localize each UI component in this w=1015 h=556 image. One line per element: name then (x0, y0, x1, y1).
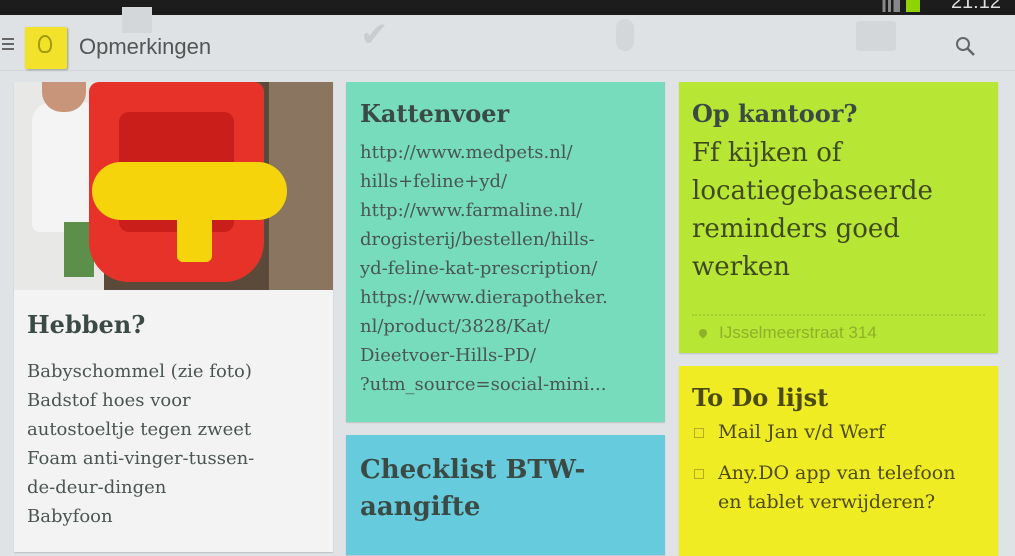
note-title: Checklist BTW-aangifte (360, 455, 586, 522)
location-reminder[interactable]: IJsselmeerstraat 314 (697, 323, 877, 343)
search-icon[interactable] (955, 36, 975, 56)
note-card-op-kantoor[interactable]: Op kantoor? Ff kijken of locatiegebaseer… (679, 82, 998, 353)
note-line: http://www.farmaline.nl/ (360, 200, 583, 221)
note-title: Op kantoor? (692, 99, 858, 128)
note-title: Kattenvoer (360, 99, 510, 128)
note-line: hills+feline+yd/ (360, 171, 508, 192)
checklist-item-text: Any.DO app van telefoon en tablet verwij… (718, 462, 956, 513)
microphone-icon[interactable] (616, 19, 634, 51)
note-image-baby-swing (14, 82, 333, 290)
note-card-checklist-btw[interactable]: Checklist BTW-aangifte (346, 435, 665, 555)
checkbox[interactable] (694, 469, 704, 479)
menu-icon[interactable] (2, 38, 14, 50)
note-line: drogisterij/bestellen/hills- (360, 229, 595, 250)
status-time: 21:12 (950, 0, 1001, 13)
note-line: https://www.dierapotheker. (360, 287, 608, 308)
signal-icon (878, 0, 900, 12)
note-card-hebben[interactable]: Hebben? Babyschommel (zie foto) Badstof … (14, 82, 333, 552)
note-title: To Do lijst (692, 383, 829, 412)
camera-icon[interactable] (856, 21, 896, 51)
note-title: Hebben? (27, 310, 146, 339)
note-line: werken (692, 252, 790, 282)
checklist-item[interactable]: Any.DO app van telefoon en tablet verwij… (692, 459, 982, 517)
new-text-note-icon[interactable] (122, 7, 152, 33)
note-line: reminders goed (692, 214, 900, 244)
note-line: Foam anti-vinger-tussen- (27, 448, 255, 469)
location-text: IJsselmeerstraat 314 (719, 323, 877, 342)
note-card-kattenvoer[interactable]: Kattenvoer http://www.medpets.nl/ hills+… (346, 82, 665, 422)
note-line: locatiegebaseerde (692, 176, 933, 206)
divider (692, 314, 985, 316)
note-line: nl/product/3828/Kat/ (360, 316, 551, 337)
note-line: de-deur-dingen (27, 477, 167, 498)
note-line: Ff kijken of (692, 138, 842, 168)
page-title: Opmerkingen (79, 34, 212, 59)
note-card-todo[interactable]: To Do lijst Mail Jan v/d Werf Any.DO app… (679, 366, 998, 556)
app-bar: Opmerkingen ✔ (0, 7, 1015, 71)
status-bar: 21:12 (0, 0, 1015, 15)
location-pin-icon (697, 327, 709, 339)
checkbox[interactable] (694, 428, 704, 438)
note-line: ?utm_source=social-mini... (360, 374, 607, 395)
new-checklist-icon[interactable]: ✔ (360, 15, 389, 55)
battery-icon (906, 0, 920, 12)
checklist-item-text: Mail Jan v/d Werf (718, 421, 885, 443)
checklist-item[interactable]: Mail Jan v/d Werf (692, 418, 982, 447)
note-line: http://www.medpets.nl/ (360, 142, 573, 163)
keep-lightbulb-icon[interactable] (25, 27, 67, 69)
note-line: Babyfoon (27, 506, 113, 527)
note-line: Badstof hoes voor (27, 390, 191, 411)
note-line: Dieetvoer-Hills-PD/ (360, 345, 536, 366)
note-line: yd-feline-kat-prescription/ (360, 258, 598, 279)
note-line: autostoeltje tegen zweet (27, 419, 252, 440)
note-line: Babyschommel (zie foto) (27, 361, 252, 382)
